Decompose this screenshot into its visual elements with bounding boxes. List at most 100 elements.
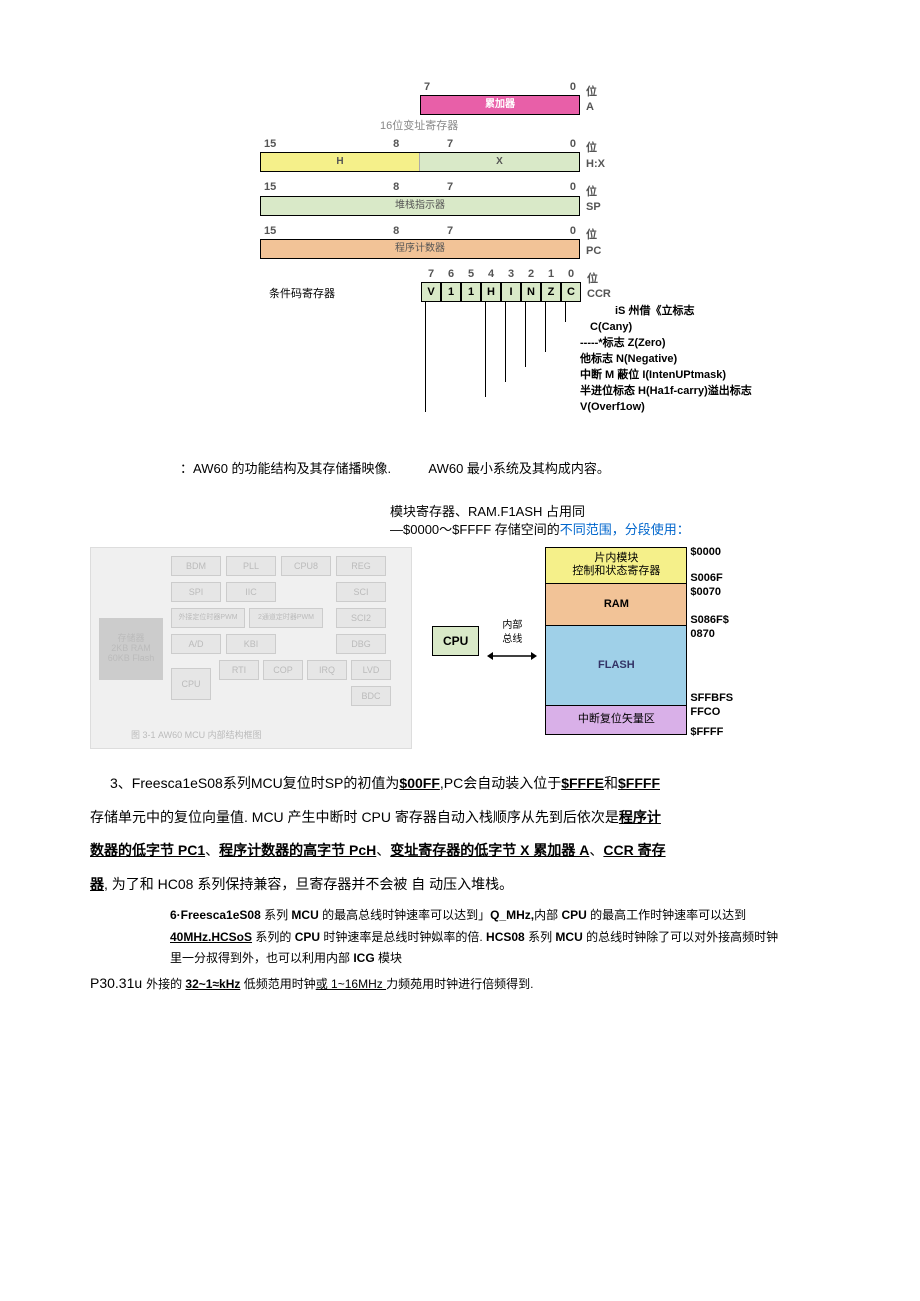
small-text: 6·Freesca1eS08 系列 MCU 的最高总线时钟速率可以达到」Q_MH… [170, 905, 830, 970]
flag-neg-label: 他标志 N(Negative) [580, 352, 677, 367]
block-cell: PLL [226, 556, 276, 576]
bit-num: 0 [570, 137, 576, 152]
reg-ccr: CCR [587, 287, 627, 302]
flag-int-label: 中断 M 蔽位 I(IntenUPtmask) [580, 368, 726, 383]
block-cell: A/D [171, 634, 221, 654]
ccr-flag-1b: 1 [461, 282, 481, 302]
block-cell: REG [336, 556, 386, 576]
text: 里一分叔得到外，也可以利用内部 [170, 951, 353, 965]
bus-label: 内部 总线 [502, 619, 522, 647]
addr: $0000 [690, 545, 721, 560]
addr: $0070 [690, 585, 721, 600]
bit-num: 8 [393, 180, 399, 195]
paragraph-3: 3、Freesca1eS08系列MCU复位时SP的初值为$00FF,PC会自动装… [90, 767, 830, 901]
reg-pc: PC [586, 244, 626, 259]
block-cell: KBI [226, 634, 276, 654]
addr: 0870 [690, 627, 714, 642]
block-cell: IRQ [307, 660, 347, 680]
ccr-bit: 0 [561, 267, 581, 282]
bit-num: 8 [393, 224, 399, 239]
text: $FFFE [561, 775, 604, 791]
block-cell: IIC [226, 582, 276, 602]
index-16-label: 16位变址寄存器 [380, 119, 720, 134]
flag-zero-label: -----*标志 Z(Zero) [580, 336, 666, 351]
text: CCR 寄存 [603, 842, 665, 858]
text: —$0000～$FFFF 存储空间的 [390, 522, 560, 537]
ccr-bit: 3 [501, 267, 521, 282]
text: MCU [555, 930, 582, 944]
bit-num: 8 [393, 137, 399, 152]
block-cell: RTI [219, 660, 259, 680]
bit-num: 15 [264, 137, 276, 152]
bit-num: 15 [264, 180, 276, 195]
block-cell: COP [263, 660, 303, 680]
pc-label: 程序计数器 [261, 240, 579, 258]
flag-c-label: C(Cany) [590, 320, 632, 335]
middle-section: ：AW60 的功能结构及其存储播映像. AW60 最小系统及其构成内容。 模块寄… [90, 460, 830, 539]
reg-sp: SP [586, 200, 626, 215]
block-memory: 存储器 2KB RAM 60KB Flash [99, 618, 163, 680]
block-cell: 2通道定时器PWM [249, 608, 323, 628]
ccr-label: 条件码寄存器 [260, 287, 341, 302]
text: 低频范用时钟 [240, 977, 315, 991]
accumulator-label: 累加器 [421, 96, 579, 114]
ccr-bit: 6 [441, 267, 461, 282]
text: 时钟速率是总线时钟姒率的倍. [320, 930, 486, 944]
cpu-box: CPU [432, 626, 479, 657]
text: 力频苑用时钟进行倍频得到. [386, 977, 533, 991]
text: 系列的 [252, 930, 295, 944]
arrow-icon [487, 649, 537, 663]
block-diagram: 存储器 2KB RAM 60KB Flash BDM PLL CPU8 REG … [90, 547, 412, 749]
text: CPU [561, 908, 586, 922]
text: 系列 [525, 930, 556, 944]
reg-hx: H:X [586, 157, 626, 172]
flag-v-label: V(Overf1ow) [580, 400, 645, 415]
text: $00FF [399, 775, 439, 791]
mem-seg-registers: 片内模块 控制和状态寄存器 [546, 548, 686, 584]
text: 40MHz.HCSoS [170, 930, 252, 944]
text: $FFFF [618, 775, 660, 791]
text: 6·Freesca1eS08 [170, 908, 261, 922]
block-cell: LVD [351, 660, 391, 680]
text: 3、Freesca1eS08系列MCU复位时SP的初值为 [110, 775, 399, 791]
text: MCU [291, 908, 318, 922]
reg-x: X [420, 153, 579, 171]
ccr-bit: 5 [461, 267, 481, 282]
ccr-bit: 4 [481, 267, 501, 282]
ccr-bit: 2 [521, 267, 541, 282]
text: Q_MHz, [490, 908, 534, 922]
block-cell: CPU [171, 668, 211, 700]
text: 程序计数器的高字节 PcH [219, 842, 376, 858]
ccr-flag-z: Z [541, 282, 561, 302]
bit-num: 0 [570, 80, 576, 95]
bit-word: 位 [587, 272, 627, 287]
block-cell: 外接定位时器PWM [171, 608, 245, 628]
flag-carry-label: iS 州借《立标志 [615, 304, 694, 319]
text: 模块寄存器、RAM.F1ASH 占用同 [390, 503, 830, 521]
memory-map-diagram: CPU 内部 总线 片内模块 控制和状态寄存器 RAM FLASH 中断复位矢量… [432, 547, 687, 735]
flag-half-label: 半进位标态 H(Ha1f-carry)溢出标志 [580, 384, 752, 399]
text: 的总线时钟除了可以对外接高频时钟 [583, 930, 778, 944]
text: 存储单元中的复位向量值. MCU 产生中断时 CPU 寄存器自动入栈顺序从先到后… [90, 809, 619, 825]
text: 不同范围，分段使用： [560, 522, 690, 537]
mem-seg-ram: RAM [546, 584, 686, 626]
text: 的最高工作时钟速率可以达到 [587, 908, 746, 922]
ccr-flag-i: I [501, 282, 521, 302]
text: CPU [295, 930, 320, 944]
ccr-flag-h: H [481, 282, 501, 302]
mem-seg-vectors: 中断复位矢量区 [546, 706, 686, 734]
block-cell: BDM [171, 556, 221, 576]
text: 程序计 [619, 809, 661, 825]
document-page: 7 0 累加器 位 A 16位变址寄存器 15 8 7 [0, 0, 920, 1054]
bit-num: 0 [570, 180, 576, 195]
bit-word: 位 [586, 141, 626, 156]
text: 变址寄存器的低字节 X 累加器 A [390, 842, 589, 858]
bit-word: 位 [586, 228, 626, 243]
block-cell: BDC [351, 686, 391, 706]
ccr-bit: 7 [421, 267, 441, 282]
bit-num: 7 [447, 137, 453, 152]
bit-num: 0 [570, 224, 576, 239]
reg-h: H [261, 153, 420, 171]
block-cell: CPU8 [281, 556, 331, 576]
addr: FFCO [690, 705, 720, 720]
